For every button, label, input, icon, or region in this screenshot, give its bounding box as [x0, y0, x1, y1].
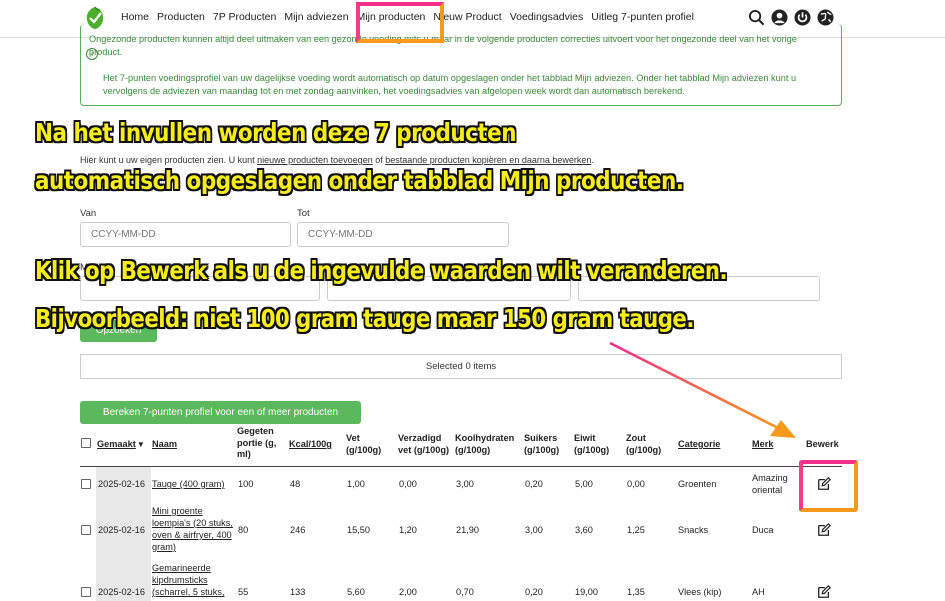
- info-text-1: Ongezonde producten kunnen altijd deel u…: [89, 34, 797, 57]
- from-label: Van: [80, 208, 97, 219]
- from-date-input[interactable]: CCYY-MM-DD: [80, 222, 291, 247]
- nav-item-7p-producten[interactable]: 7P Producten: [213, 11, 276, 23]
- cell-vet: 5,60: [347, 587, 365, 597]
- cell-koolhydraten: 0,70: [456, 587, 474, 597]
- nav-item-voedingsadvies[interactable]: Voedingsadvies: [510, 11, 584, 23]
- cell-suikers: 0,20: [525, 587, 543, 597]
- intro-text: Hier kunt u uw eigen producten zien. U k…: [80, 155, 594, 165]
- col-gemaakt[interactable]: Gemaakt▼: [97, 439, 145, 451]
- cell-suikers: 0,20: [525, 479, 543, 489]
- cell-koolhydraten: 3,00: [456, 479, 474, 489]
- cell-gemaakt: 2025-02-16: [98, 479, 145, 489]
- cell-verzadigd: 1,20: [399, 525, 417, 535]
- col-suikers: Suikers (g/100g): [524, 433, 560, 455]
- col-merk[interactable]: Merk: [752, 439, 773, 451]
- cell-vet: 1,00: [347, 479, 365, 489]
- row-checkbox[interactable]: [81, 525, 91, 535]
- cell-koolhydraten: 21,90: [456, 525, 479, 535]
- cell-eiwit: 3,60: [575, 525, 593, 535]
- col-bewerk: Bewerk: [806, 439, 839, 449]
- caption-line-3: Klik op Bewerk als u de ingevulde waarde…: [35, 256, 728, 285]
- table-header-divider: [80, 466, 842, 467]
- cell-verzadigd: 0,00: [399, 479, 417, 489]
- selected-count: Selected 0 items: [80, 354, 842, 379]
- intro-mid: of: [372, 155, 386, 165]
- col-vet: Vet (g/100g): [346, 433, 382, 455]
- cell-kcal: 246: [290, 525, 306, 535]
- cell-gemaakt: 2025-02-16: [98, 587, 145, 597]
- to-label: Tot: [297, 208, 310, 219]
- cell-categorie: Vlees (kip): [678, 587, 722, 597]
- cell-zout: 1,25: [627, 525, 645, 535]
- edit-icon[interactable]: [817, 585, 831, 599]
- cell-categorie: Groenten: [678, 479, 717, 489]
- caption-line-1: Na het invullen worden deze 7 producten: [35, 118, 517, 147]
- cell-merk: Amazing oriental: [752, 473, 788, 495]
- nav-item-uitleg[interactable]: Uitleg 7-punten profiel: [591, 11, 694, 23]
- cell-merk: AH: [752, 587, 765, 597]
- col-koolhydraten: Koolhydraten (g/100g): [455, 433, 515, 455]
- cell-naam[interactable]: Tauge (400 gram): [152, 478, 225, 490]
- col-verzadigd: Verzadigd vet (g/100g): [398, 433, 450, 455]
- cell-categorie: Snacks: [678, 525, 709, 535]
- caption-line-4: Bijvoorbeeld: niet 100 gram tauge maar 1…: [35, 304, 694, 333]
- cell-verzadigd: 2,00: [399, 587, 417, 597]
- col-categorie[interactable]: Categorie: [678, 439, 720, 451]
- select-all-checkbox[interactable]: [81, 438, 91, 448]
- nav-item-mijn-adviezen[interactable]: Mijn adviezen: [284, 11, 348, 23]
- sort-desc-icon: ▼: [136, 440, 145, 449]
- caption-line-2: automatisch opgeslagen onder tabblad Mij…: [35, 166, 684, 195]
- cell-portie: 55: [238, 587, 249, 597]
- cell-merk: Duca: [752, 525, 774, 535]
- col-kcal[interactable]: Kcal/100g: [289, 439, 332, 451]
- highlight-edit-button: [799, 460, 858, 512]
- col-zout: Zout (g/100g): [626, 433, 662, 455]
- link-nieuwe-producten[interactable]: nieuwe producten toevoegen: [257, 155, 373, 165]
- cell-eiwit: 19,00: [575, 587, 598, 597]
- cell-portie: 80: [238, 525, 249, 535]
- cell-eiwit: 5,00: [575, 479, 593, 489]
- to-date-input[interactable]: CCYY-MM-DD: [297, 222, 509, 247]
- cell-naam[interactable]: Mini groente loempia's (20 stuks, oven &…: [152, 505, 236, 553]
- nav-item-producten[interactable]: Producten: [157, 11, 205, 23]
- info-alert: Ongezonde producten kunnen altijd deel u…: [80, 24, 842, 106]
- calculate-profile-button[interactable]: Bereken 7-punten profiel voor een of mee…: [80, 401, 361, 424]
- cell-gemaakt: 2025-02-16: [98, 525, 145, 535]
- info-text-2: Het 7-punten voedingsprofiel van uw dage…: [103, 73, 797, 96]
- intro-suffix: .: [591, 155, 594, 165]
- cell-suikers: 3,00: [525, 525, 543, 535]
- cell-portie: 100: [238, 479, 254, 489]
- col-gemaakt-label: Gemaakt: [97, 439, 136, 449]
- link-bestaande-producten[interactable]: bestaande producten kopiëren en daarna b…: [385, 155, 591, 165]
- info-icon: i: [86, 48, 98, 60]
- cell-vet: 15,50: [347, 525, 370, 535]
- col-portie: Gegeten portie (g, ml): [237, 426, 277, 459]
- nav-item-home[interactable]: Home: [121, 11, 149, 23]
- col-eiwit: Eiwit (g/100g): [574, 433, 610, 455]
- cell-zout: 0,00: [627, 479, 645, 489]
- edit-icon[interactable]: [817, 523, 831, 537]
- cell-kcal: 48: [290, 479, 301, 489]
- cell-zout: 1,35: [627, 587, 645, 597]
- highlight-mijn-producten: [356, 2, 444, 43]
- row-checkbox[interactable]: [81, 587, 91, 597]
- cell-naam[interactable]: Gemarineerde kipdrumsticks (scharrel, 5 …: [152, 562, 236, 601]
- cell-kcal: 133: [290, 587, 306, 597]
- row-checkbox[interactable]: [81, 479, 91, 489]
- col-naam[interactable]: Naam: [152, 439, 177, 451]
- intro-prefix: Hier kunt u uw eigen producten zien. U k…: [80, 155, 258, 165]
